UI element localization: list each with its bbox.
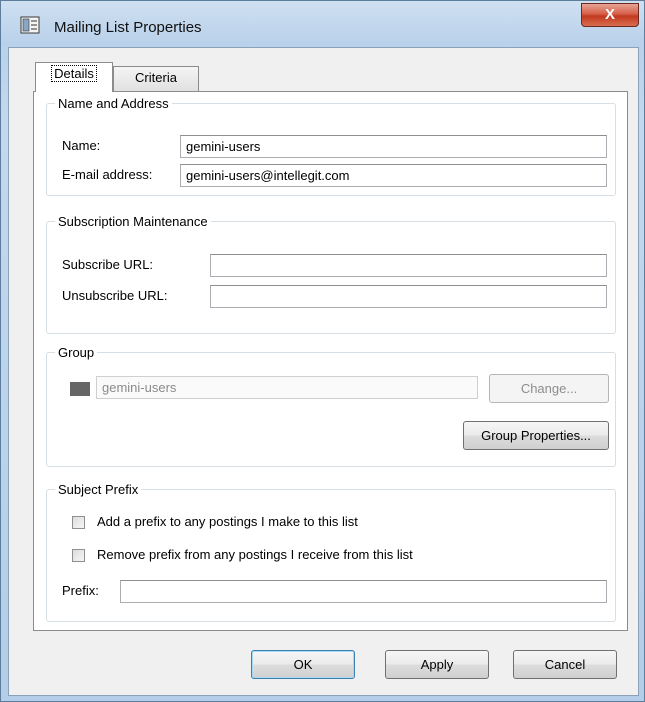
tab-details[interactable]: Details — [35, 62, 113, 92]
tab-criteria[interactable]: Criteria — [113, 66, 199, 92]
title-bar[interactable]: Mailing List Properties X — [1, 1, 644, 47]
subject-prefix-legend: Subject Prefix — [58, 482, 139, 497]
email-label: E-mail address: — [62, 167, 153, 182]
ok-button[interactable]: OK — [251, 650, 355, 679]
change-group-button: Change... — [489, 374, 609, 403]
cancel-button[interactable]: Cancel — [513, 650, 617, 679]
email-input[interactable]: gemini-users@intellegit.com — [180, 164, 607, 187]
group-color-swatch — [70, 382, 90, 396]
name-input[interactable]: gemini-users — [180, 135, 607, 158]
window-title: Mailing List Properties — [54, 19, 202, 36]
add-prefix-label[interactable]: Add a prefix to any postings I make to t… — [97, 514, 358, 529]
apply-button[interactable]: Apply — [385, 650, 489, 679]
remove-prefix-label[interactable]: Remove prefix from any postings I receiv… — [97, 547, 413, 562]
mailing-list-icon — [20, 16, 40, 34]
group-properties-button[interactable]: Group Properties... — [463, 421, 609, 450]
prefix-label: Prefix: — [62, 583, 99, 598]
dialog-window: Mailing List Properties X Details Criter… — [0, 0, 645, 702]
group-name-input: gemini-users — [96, 376, 478, 399]
close-button[interactable]: X — [581, 3, 639, 27]
name-label: Name: — [62, 138, 101, 153]
unsubscribe-url-label: Unsubscribe URL: — [62, 288, 168, 303]
tab-details-label: Details — [51, 65, 97, 82]
subscribe-url-label: Subscribe URL: — [62, 257, 154, 272]
add-prefix-checkbox[interactable] — [72, 516, 85, 529]
subscribe-url-input[interactable] — [210, 254, 607, 277]
subscription-legend: Subscription Maintenance — [58, 214, 208, 229]
remove-prefix-checkbox[interactable] — [72, 549, 85, 562]
prefix-input[interactable] — [120, 580, 607, 603]
unsubscribe-url-input[interactable] — [210, 285, 607, 308]
group-legend: Group — [58, 345, 95, 360]
dialog-client-area: Details Criteria Name and Address Name: … — [8, 47, 639, 696]
details-tab-panel: Name and Address Name: gemini-users E-ma… — [33, 91, 628, 631]
name-address-legend: Name and Address — [58, 96, 169, 111]
